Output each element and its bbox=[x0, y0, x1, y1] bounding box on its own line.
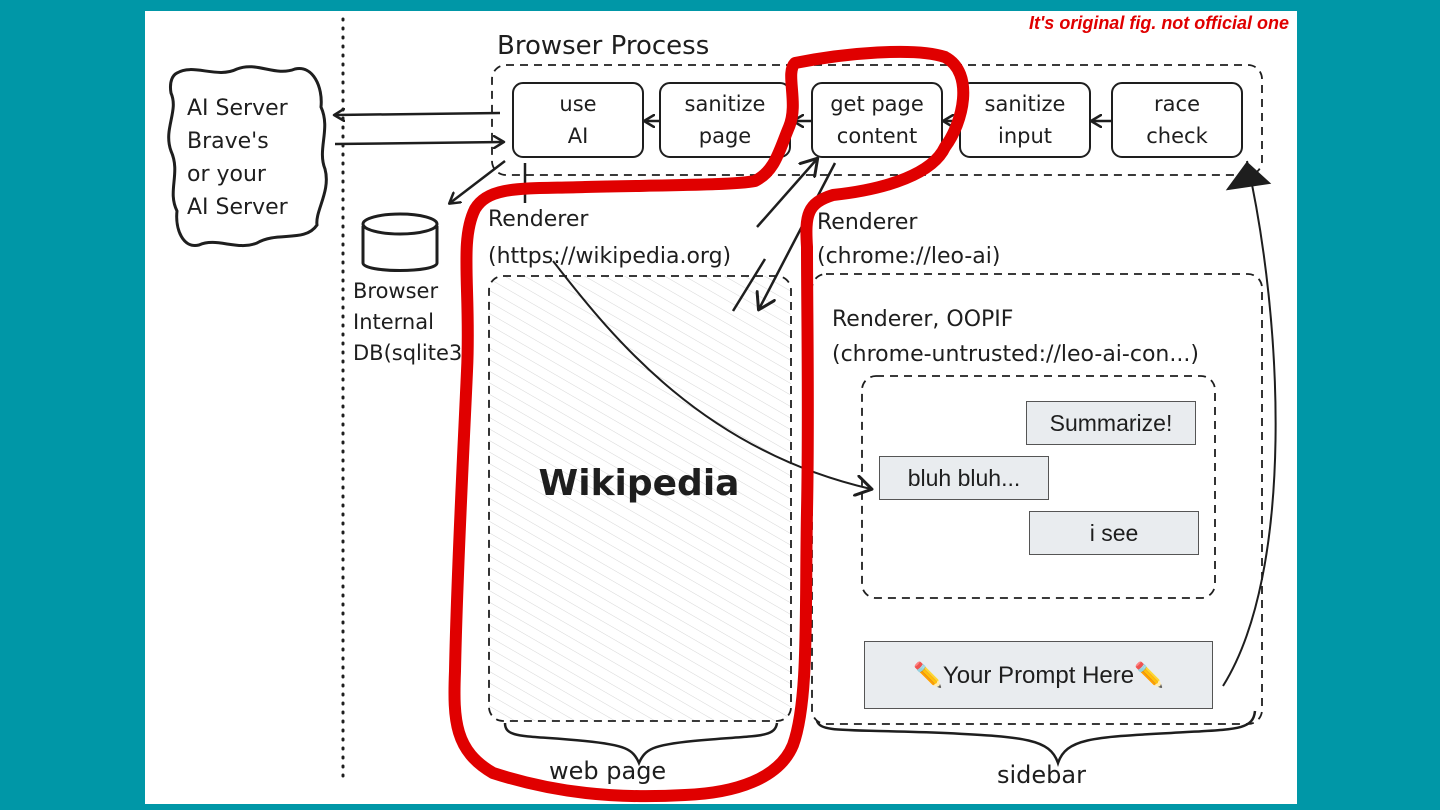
step-label: content bbox=[837, 124, 917, 148]
isee-message: i see bbox=[1029, 511, 1199, 555]
web-page-label: web page bbox=[549, 757, 666, 785]
step-label: sanitize bbox=[685, 92, 766, 116]
ai-server-line: AI Server bbox=[187, 195, 289, 220]
prompt-flow-arrowhead bbox=[1225, 161, 1272, 191]
oopif-title: Renderer, OOPIF bbox=[832, 307, 1013, 332]
sidebar-brace bbox=[815, 710, 1257, 767]
renderer-web-origin: (https://wikipedia.org) bbox=[488, 244, 731, 269]
ai-server-line: Brave's bbox=[187, 129, 269, 154]
browser-process-title: Browser Process bbox=[497, 31, 709, 61]
step-sanitize-input: sanitize input bbox=[959, 82, 1091, 158]
step-label: get page bbox=[830, 92, 924, 116]
bluh-message: bluh bluh... bbox=[879, 456, 1049, 500]
step-label: check bbox=[1146, 124, 1208, 148]
diagram-canvas: Browser Process use AI sanitize page get… bbox=[145, 11, 1297, 804]
disclaimer-note: It's original fig. not official one bbox=[1029, 13, 1289, 33]
step-label: page bbox=[699, 124, 751, 148]
step-label: AI bbox=[568, 124, 589, 148]
prompt-input[interactable]: ✏️Your Prompt Here✏️ bbox=[864, 641, 1213, 709]
step-label: sanitize bbox=[985, 92, 1066, 116]
summarize-message: Summarize! bbox=[1026, 401, 1196, 445]
step-race-check: race check bbox=[1111, 82, 1243, 158]
ai-server-cloud: AI Server Brave's or your AI Server bbox=[167, 65, 328, 248]
database-icon bbox=[361, 212, 439, 272]
step-get-page-content: get page content bbox=[811, 82, 943, 158]
sidebar-label: sidebar bbox=[997, 761, 1086, 789]
db-label-line: Internal bbox=[353, 310, 434, 334]
step-label: race bbox=[1154, 92, 1200, 116]
renderer-side-origin: (chrome://leo-ai) bbox=[817, 244, 1000, 269]
ai-server-arrows bbox=[335, 113, 506, 203]
db-label-line: Browser bbox=[353, 279, 438, 303]
ai-server-line: AI Server bbox=[187, 96, 289, 121]
ai-server-line: or your bbox=[187, 162, 267, 187]
step-label: input bbox=[998, 124, 1052, 148]
step-label: use bbox=[559, 92, 596, 116]
step-sanitize-page: sanitize page bbox=[659, 82, 791, 158]
renderer-web-title: Renderer bbox=[488, 207, 589, 232]
step-use-ai: use AI bbox=[512, 82, 644, 158]
oopif-origin: (chrome-untrusted://leo-ai-con...) bbox=[832, 342, 1199, 367]
db-label-line: DB(sqlite3) bbox=[353, 341, 470, 365]
renderer-side-title: Renderer bbox=[817, 210, 918, 235]
prompt-flow-arrow bbox=[1222, 160, 1277, 687]
wikipedia-label: Wikipedia bbox=[539, 463, 740, 504]
